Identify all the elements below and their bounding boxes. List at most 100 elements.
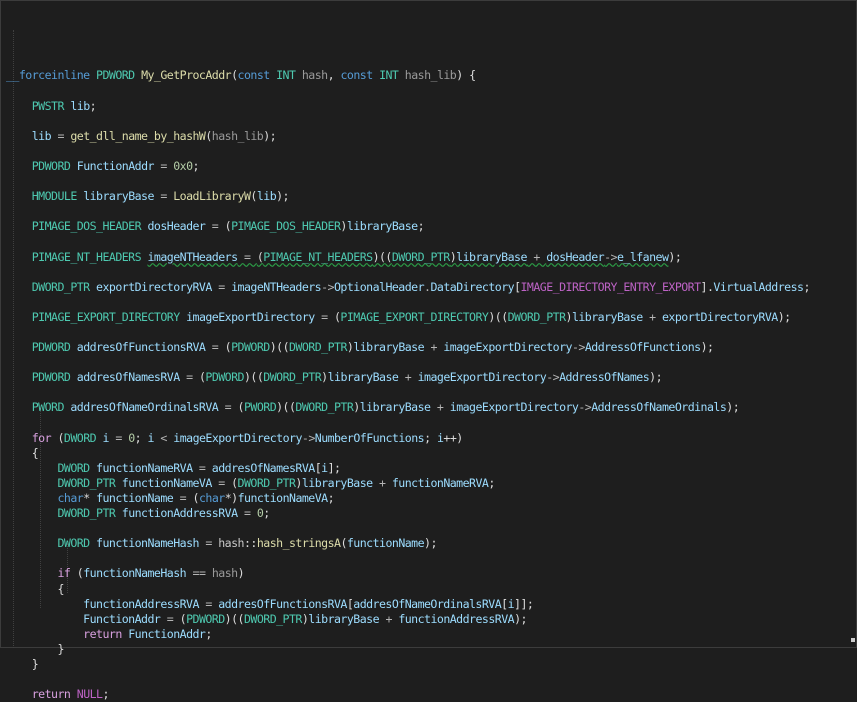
code-line[interactable]: [6, 416, 851, 431]
code-token: =: [173, 491, 193, 505]
code-token: PDWORD: [31, 370, 71, 385]
code-token: <: [153, 430, 174, 445]
code-token: );: [777, 309, 791, 324]
code-line[interactable]: [6, 114, 851, 129]
code-token: lib: [31, 128, 52, 143]
code-token: const: [237, 68, 271, 83]
code-token: return: [83, 626, 122, 641]
code-line[interactable]: [6, 521, 851, 536]
code-token: PWORD: [243, 400, 277, 415]
code-token: =: [211, 475, 232, 490]
code-token: libraryBase: [456, 249, 527, 264]
code-token: ->: [321, 279, 334, 294]
code-line[interactable]: [6, 325, 851, 340]
code-token: imageNTHeaders: [147, 249, 238, 264]
code-line[interactable]: PDWORD FunctionAddr = 0x0;: [6, 159, 851, 174]
code-line[interactable]: [6, 265, 851, 280]
code-token: =: [51, 128, 71, 143]
code-token: AddressOfNameOrdinals: [591, 400, 727, 415]
code-line[interactable]: FunctionAddr = (PDWORD)((DWORD_PTR)libra…: [6, 612, 851, 627]
code-line[interactable]: HMODULE libraryBase = LoadLibraryW(lib);: [6, 189, 851, 204]
code-line[interactable]: PWORD addresOfNameOrdinalsRVA = (PWORD)(…: [6, 400, 851, 415]
code-token: lib: [70, 98, 90, 113]
code-line[interactable]: [6, 204, 851, 219]
code-token: ;: [102, 687, 110, 702]
code-token: );: [263, 128, 277, 143]
code-token: DWORD: [57, 536, 90, 551]
code-line[interactable]: {: [6, 582, 851, 597]
code-line[interactable]: [6, 672, 851, 687]
code-token: =: [153, 189, 174, 204]
code-line[interactable]: for (DWORD i = 0; i < imageExportDirecto…: [6, 431, 851, 446]
code-token: PWORD: [31, 400, 65, 415]
code-line[interactable]: char* functionName = (char*)functionName…: [6, 491, 851, 506]
code-line[interactable]: return FunctionAddr;: [6, 627, 851, 642]
code-token: NULL: [76, 687, 103, 702]
code-line[interactable]: return NULL;: [6, 687, 851, 702]
code-token: )((: [372, 249, 393, 264]
code-token: dosHeader: [147, 219, 206, 234]
code-token: );: [276, 189, 289, 204]
code-line[interactable]: [6, 174, 851, 189]
code-token: functionName: [96, 491, 174, 505]
code-line[interactable]: DWORD_PTR functionAddressRVA = 0;: [6, 506, 851, 521]
code-token: ;: [89, 98, 97, 113]
code-token: =: [198, 536, 219, 551]
code-token: =: [153, 158, 174, 173]
code-editor[interactable]: __forceinline PDWORD My_GetProcAddr (cons…: [6, 8, 851, 702]
code-line[interactable]: }: [6, 657, 851, 672]
code-token: libraryBase: [353, 340, 425, 355]
code-line[interactable]: functionAddressRVA = addresOfFunctionsRV…: [6, 597, 851, 612]
code-token: )((: [243, 370, 264, 385]
code-token: functionNameHash: [96, 536, 199, 551]
code-line[interactable]: DWORD_PTR exportDirectoryRVA = imageNTHe…: [6, 280, 851, 295]
code-token: ->: [578, 400, 592, 415]
code-token: libraryBase: [301, 475, 373, 490]
code-line[interactable]: [6, 83, 851, 98]
code-line[interactable]: if (functionNameHash == hash): [6, 566, 851, 581]
code-token: addresOfNamesRVA: [76, 370, 180, 385]
code-line[interactable]: PDWORD addresOfFunctionsRVA = (PDWORD)((…: [6, 340, 851, 355]
code-line[interactable]: __forceinline PDWORD My_GetProcAddr(cons…: [6, 68, 851, 83]
code-line[interactable]: [6, 234, 851, 249]
code-token: {: [6, 581, 64, 596]
code-line[interactable]: PIMAGE_DOS_HEADER dosHeader = (PIMAGE_DO…: [6, 219, 851, 234]
code-line[interactable]: }: [6, 642, 851, 657]
code-line[interactable]: [6, 295, 851, 310]
code-line[interactable]: [6, 385, 851, 400]
code-line[interactable]: {: [6, 446, 851, 461]
code-token: ;: [424, 430, 437, 445]
code-line[interactable]: lib = get_dll_name_by_hashW(hash_lib);: [6, 129, 851, 144]
code-token: );: [668, 249, 682, 264]
code-line[interactable]: PIMAGE_NT_HEADERS imageNTHeaders = (PIMA…: [6, 250, 851, 265]
code-token: ;: [263, 506, 270, 521]
code-line[interactable]: DWORD functionNameRVA = addresOfNamesRVA…: [6, 461, 851, 476]
code-token: +: [398, 370, 418, 385]
code-token: imageNTHeaders: [231, 279, 322, 294]
code-token: functionNameRVA: [391, 475, 489, 490]
code-line[interactable]: DWORD functionNameHash = hash::hash_stri…: [6, 536, 851, 551]
code-token: libraryBase: [571, 309, 643, 324]
code-line[interactable]: DWORD_PTR functionNameVA = (DWORD_PTR)li…: [6, 476, 851, 491]
code-line[interactable]: PWSTR lib;: [6, 99, 851, 114]
code-line[interactable]: PDWORD addresOfNamesRVA = (PDWORD)((DWOR…: [6, 370, 851, 385]
code-line[interactable]: [6, 355, 851, 370]
code-line[interactable]: [6, 551, 851, 566]
code-line[interactable]: PIMAGE_EXPORT_DIRECTORY imageExportDirec…: [6, 310, 851, 325]
code-token: FunctionAddr: [128, 626, 206, 641]
code-token: =: [205, 219, 225, 234]
code-token: return: [31, 687, 71, 702]
code-token: ;: [327, 491, 335, 505]
code-line[interactable]: [6, 144, 851, 159]
scrollbar-marker[interactable]: [851, 638, 855, 642]
